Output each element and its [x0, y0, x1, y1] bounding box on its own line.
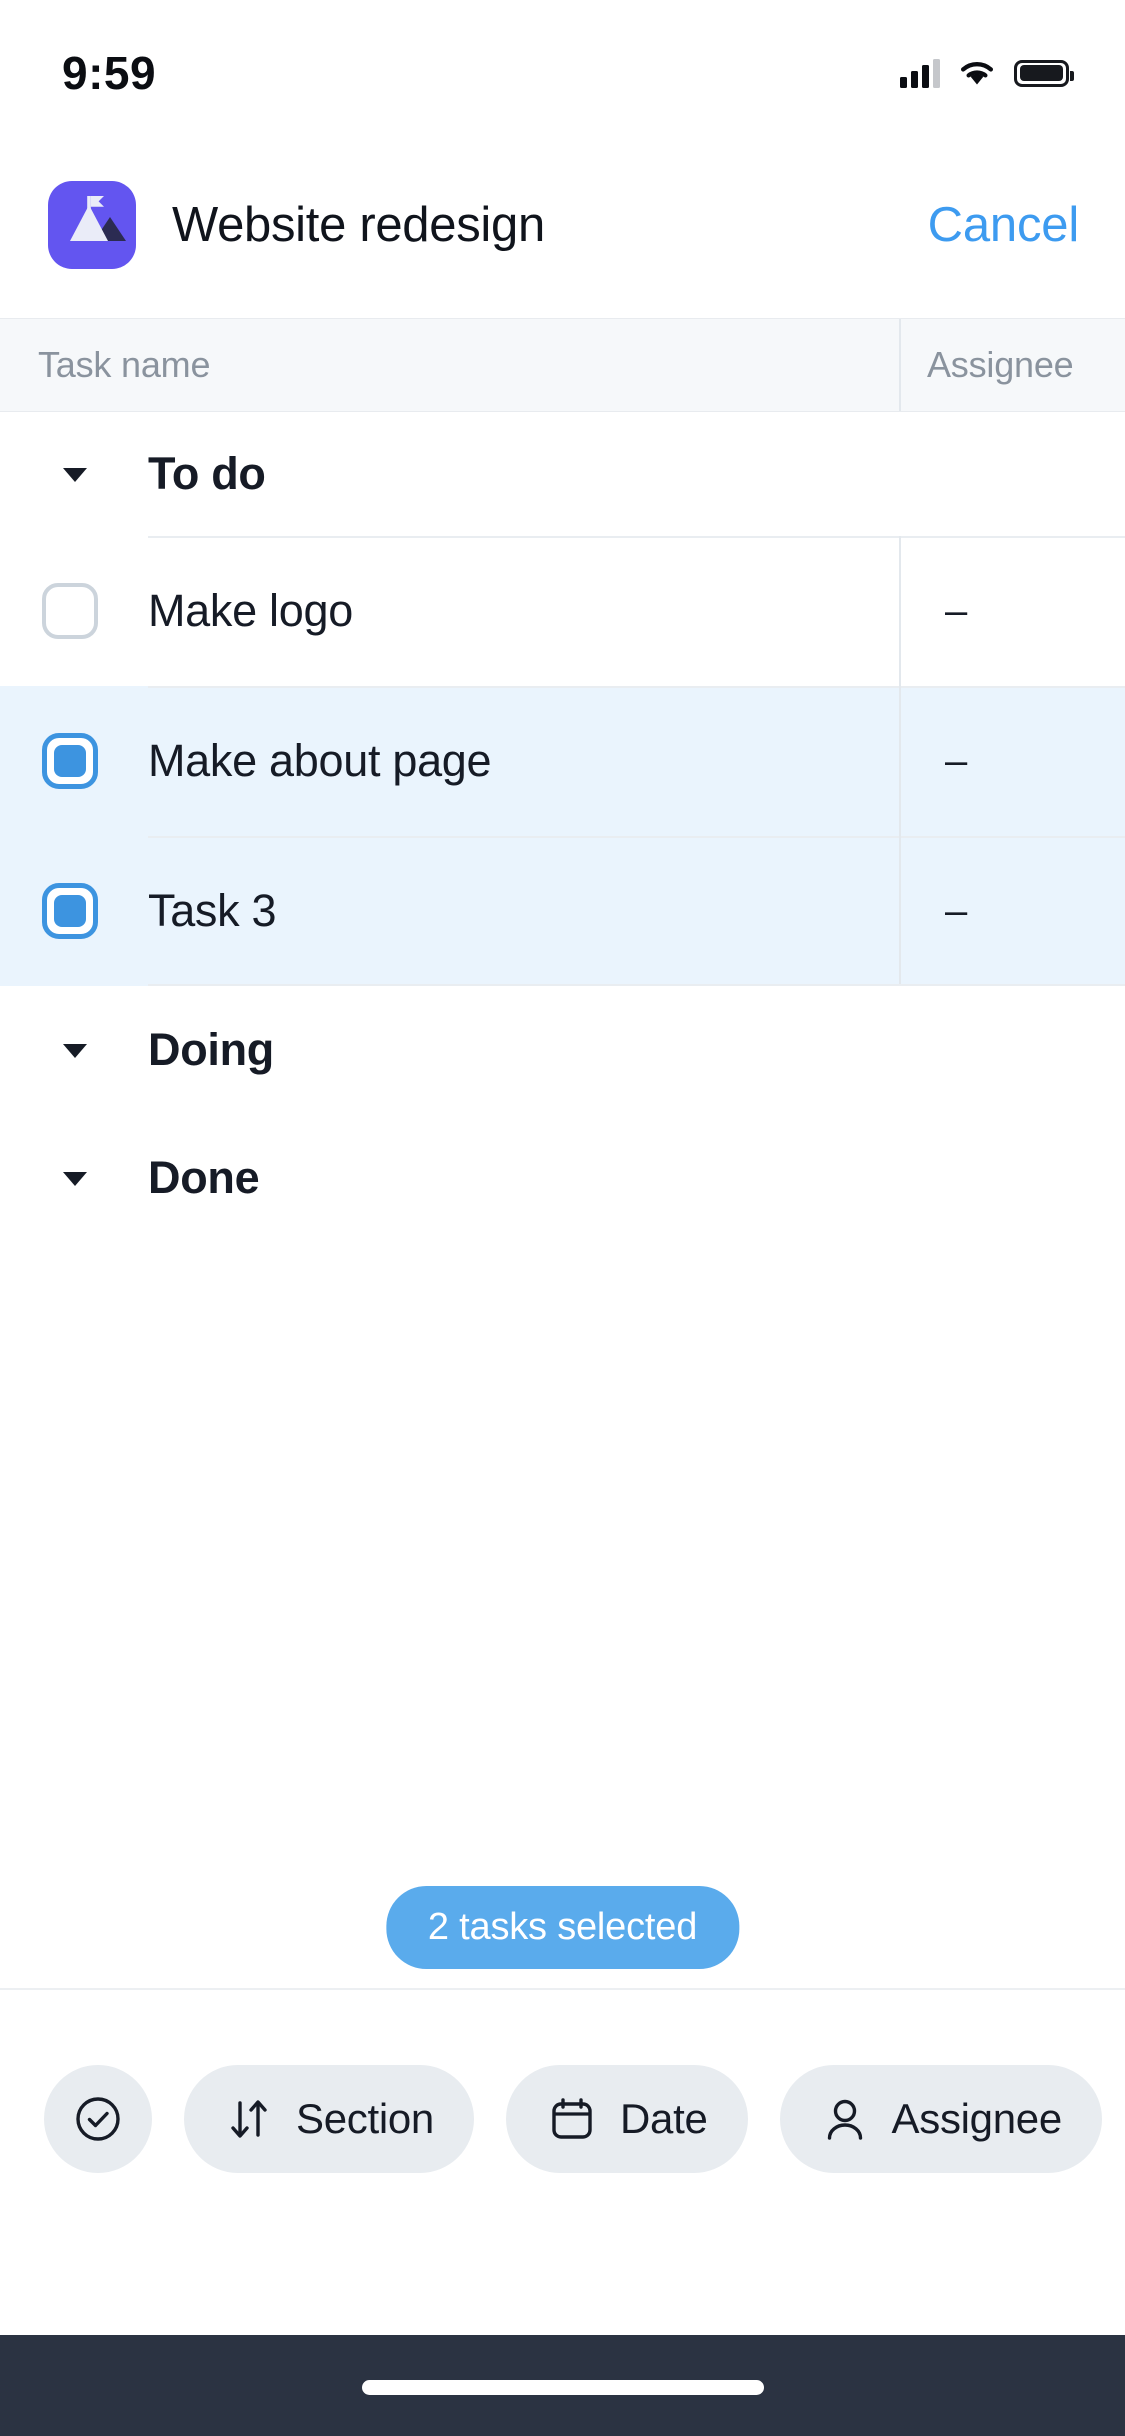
- section-header-done[interactable]: Done: [0, 1114, 1125, 1242]
- checkbox-selected-icon[interactable]: [42, 883, 98, 939]
- assignee-cell: –: [945, 739, 968, 783]
- date-button-label: Date: [620, 2095, 708, 2142]
- status-bar-time: 9:59: [62, 47, 157, 99]
- row-divider: [148, 836, 1125, 838]
- task-list: To do Make logo – Make about page – Task…: [0, 412, 1125, 1242]
- home-indicator-bar[interactable]: [361, 2380, 764, 2395]
- caret-down-icon[interactable]: [58, 457, 92, 491]
- column-divider: [899, 536, 901, 686]
- person-icon: [827, 2099, 862, 2140]
- cancel-button[interactable]: Cancel: [928, 197, 1080, 253]
- cellular-signal-icon: [900, 58, 940, 88]
- section-header-doing[interactable]: Doing: [0, 986, 1125, 1114]
- status-bar: 9:59: [0, 0, 1125, 132]
- battery-icon: [1014, 59, 1074, 87]
- column-divider: [899, 319, 901, 411]
- section-title: Done: [148, 1152, 260, 1203]
- section-title: To do: [148, 448, 266, 499]
- calendar-icon: [552, 2098, 592, 2139]
- checkbox-selected-icon[interactable]: [42, 733, 98, 789]
- checkbox-unchecked-icon[interactable]: [42, 583, 98, 639]
- section-title: Doing: [148, 1024, 274, 1075]
- wifi-icon: [961, 62, 993, 85]
- phone-screen: 9:59 Website redesign Cancel Task name A…: [0, 0, 1125, 2436]
- caret-down-icon[interactable]: [58, 1161, 92, 1195]
- assignee-button[interactable]: Assignee: [779, 2065, 1102, 2173]
- section-button-label: Section: [296, 2095, 434, 2142]
- task-name-cell: Make about page: [148, 735, 492, 786]
- check-circle-icon: [76, 2097, 120, 2141]
- column-divider: [899, 686, 901, 836]
- assignee-button-label: Assignee: [891, 2095, 1063, 2142]
- caret-down-icon[interactable]: [58, 1033, 92, 1067]
- table-row[interactable]: Task 3 –: [0, 836, 1125, 986]
- section-header-to-do[interactable]: To do: [0, 412, 1125, 536]
- mark-complete-button[interactable]: [44, 2065, 152, 2173]
- column-divider: [899, 836, 901, 986]
- column-header-assignee: Assignee: [927, 344, 1074, 385]
- task-name-cell: Make logo: [148, 585, 353, 636]
- table-header-row: Task name Assignee: [0, 318, 1125, 412]
- assignee-cell: –: [945, 889, 968, 933]
- status-badge: 2 tasks selected: [385, 1886, 740, 1969]
- task-name-cell: Task 3: [148, 885, 277, 936]
- mountain-flag-project-icon: [48, 181, 136, 269]
- sort-arrows-icon: [231, 2100, 267, 2138]
- assignee-cell: –: [945, 589, 968, 633]
- date-button[interactable]: Date: [506, 2065, 748, 2173]
- home-indicator-area: [0, 2335, 1125, 2436]
- bulk-action-toolbar: Section Date Assignee: [0, 1988, 1125, 2248]
- column-header-task-name: Task name: [38, 344, 211, 385]
- row-divider: [148, 686, 1125, 688]
- page-title: Website redesign: [172, 198, 545, 252]
- table-row[interactable]: Make about page –: [0, 686, 1125, 836]
- row-divider: [148, 536, 1125, 538]
- section-button[interactable]: Section: [184, 2065, 474, 2173]
- table-row[interactable]: Make logo –: [0, 536, 1125, 686]
- status-bar-icons: [900, 58, 1074, 88]
- nav-bar: Website redesign Cancel: [0, 132, 1125, 318]
